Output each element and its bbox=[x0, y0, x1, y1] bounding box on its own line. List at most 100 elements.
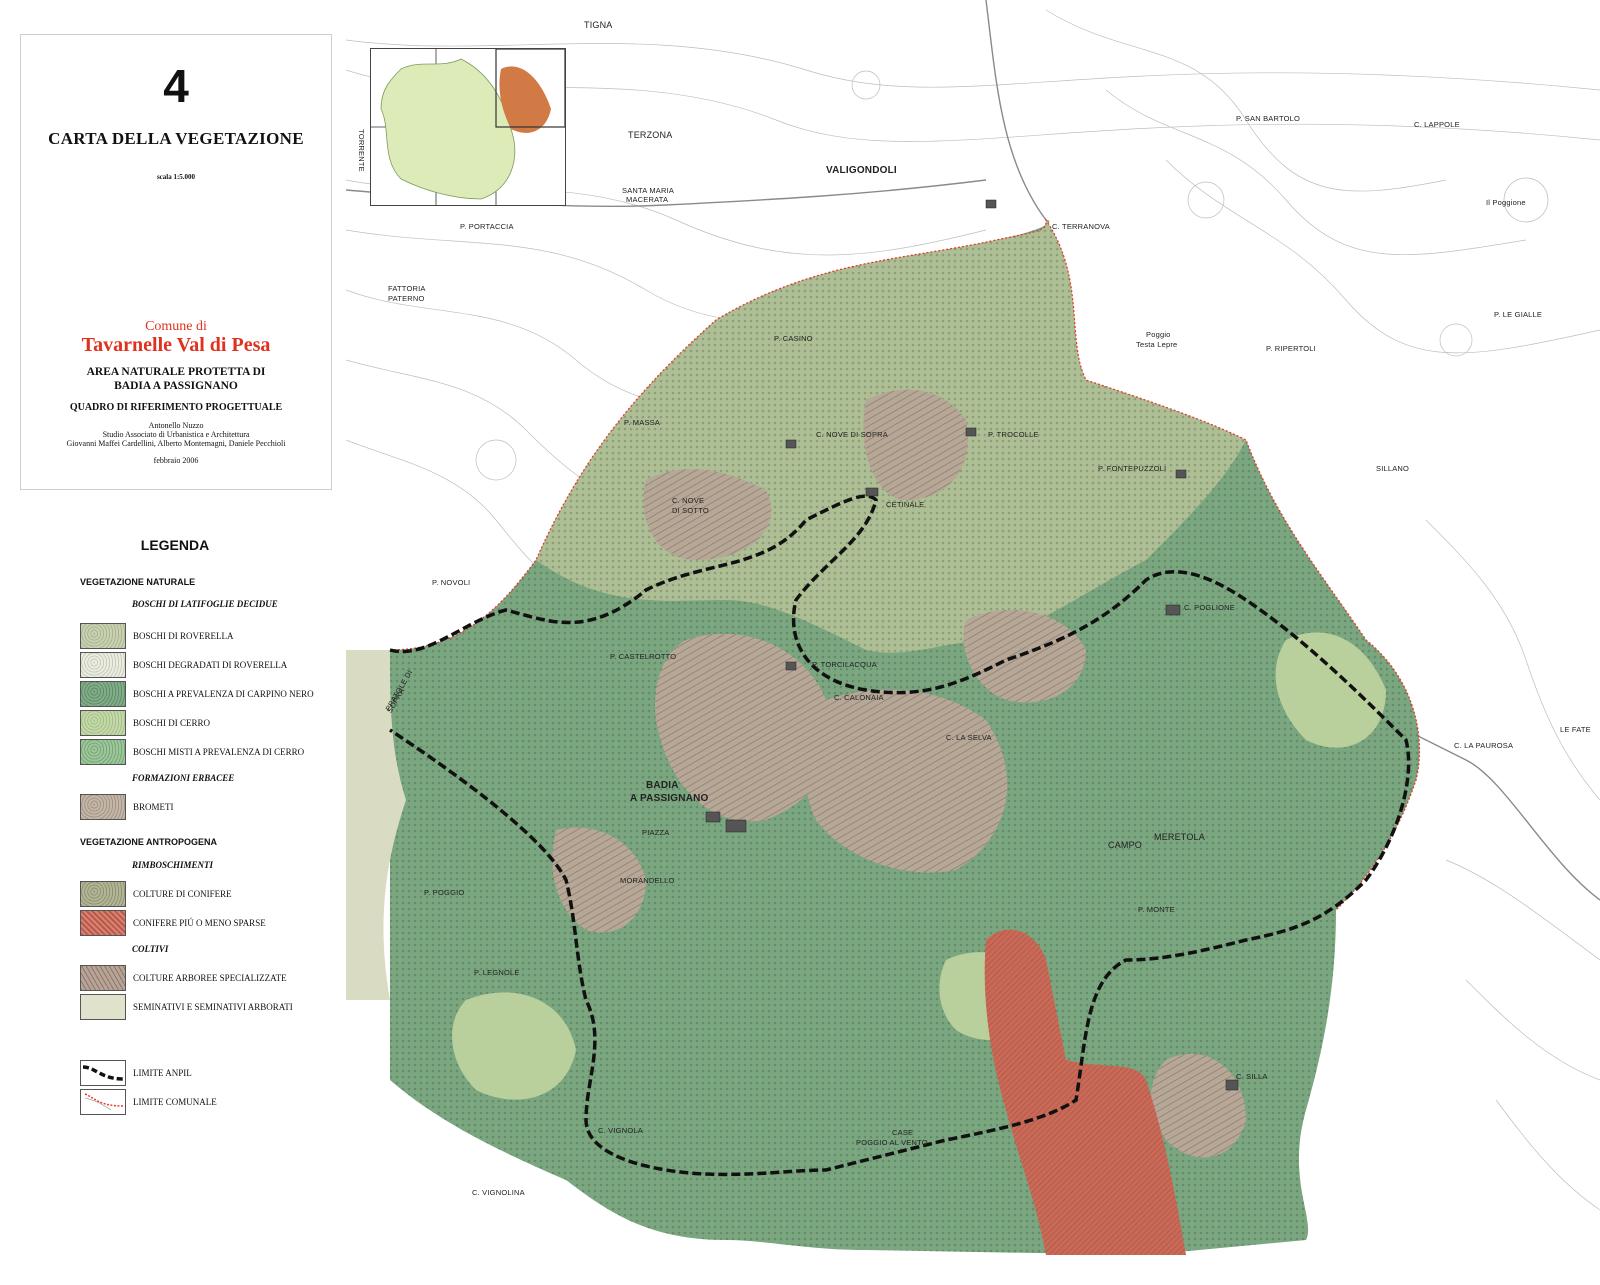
legend-swatch bbox=[80, 652, 126, 678]
place-name: Il Poggione bbox=[1486, 198, 1526, 207]
legend-swatch bbox=[80, 681, 126, 707]
place-name: P. FONTEPUZZOLI bbox=[1098, 464, 1167, 473]
place-name: P. NOVOLI bbox=[432, 578, 471, 587]
legend-swatch bbox=[80, 881, 126, 907]
legend-swatch bbox=[80, 965, 126, 991]
place-name: CETINALE bbox=[886, 500, 925, 509]
place-name: P. CASTELROTTO bbox=[610, 652, 677, 661]
comunale-line-icon bbox=[84, 1093, 124, 1111]
legend-item: BOSCHI MISTI A PREVALENZA DI CERRO bbox=[80, 739, 340, 767]
place-name: C. LAPPOLE bbox=[1414, 120, 1460, 129]
legend-title: LEGENDA bbox=[140, 537, 210, 553]
place-name: C. POGLIONE bbox=[1184, 603, 1235, 612]
legend-label: LIMITE COMUNALE bbox=[133, 1097, 217, 1107]
place-name: P. MONTE bbox=[1138, 905, 1175, 914]
credit-studio: Studio Associato di Urbanistica e Archit… bbox=[102, 430, 250, 439]
legend-swatch bbox=[80, 739, 126, 765]
credit-author: Antonello Nuzzo bbox=[148, 421, 204, 430]
legend-label: BOSCHI DI ROVERELLA bbox=[133, 631, 234, 641]
place-name: P. PORTACCIA bbox=[460, 222, 514, 231]
legend-item: COLTURE ARBOREE SPECIALIZZATE bbox=[80, 965, 340, 993]
area-title-line2: BADIA A PASSIGNANO bbox=[114, 380, 238, 392]
place-name: TERZONA bbox=[628, 130, 673, 140]
place-name: MACERATA bbox=[626, 195, 669, 204]
place-name: P. LEGNOLE bbox=[474, 968, 520, 977]
credit-collaborators: Giovanni Maffei Cardellini, Alberto Mont… bbox=[66, 439, 286, 448]
legend-item: BROMETI bbox=[80, 794, 340, 822]
legend-label: BOSCHI A PREVALENZA DI CARPINO NERO bbox=[133, 689, 314, 699]
place-name: TIGNA bbox=[584, 20, 613, 30]
place-name: C. SILLA bbox=[1236, 1072, 1268, 1081]
locator-map bbox=[371, 48, 566, 205]
legend-item: SEMINATIVI E SEMINATIVI ARBORATI bbox=[80, 994, 340, 1022]
legend-label: BOSCHI MISTI A PREVALENZA DI CERRO bbox=[133, 747, 305, 757]
map-scale: scala 1:5.000 bbox=[156, 173, 196, 181]
legend-swatch-comunale bbox=[80, 1089, 126, 1115]
place-name: C. NOVE bbox=[672, 496, 705, 505]
legend-label: LIMITE ANPIL bbox=[133, 1068, 192, 1078]
legend-label: BOSCHI DI CERRO bbox=[133, 718, 211, 728]
anpil-line-icon bbox=[82, 1065, 124, 1081]
legend-item: COLTURE DI CONIFERE bbox=[80, 881, 340, 909]
comune-name: Tavarnelle Val di Pesa bbox=[81, 334, 271, 356]
legend-subheading-boschi: BOSCHI DI LATIFOGLIE DECIDUE bbox=[132, 599, 278, 609]
place-name: C. VIGNOLA bbox=[598, 1126, 643, 1135]
place-name: P. TROCOLLE bbox=[988, 430, 1039, 439]
legend: LEGENDA VEGETAZIONE NATURALE BOSCHI DI L… bbox=[20, 535, 330, 1135]
legend-swatch bbox=[80, 623, 126, 649]
place-name: PIAZZA bbox=[642, 828, 670, 837]
place-name: C. CALONAIA bbox=[834, 693, 884, 702]
place-name: P. MASSA bbox=[624, 418, 661, 427]
legend-item: CONIFERE PIÚ O MENO SPARSE bbox=[80, 910, 340, 938]
place-name: VALIGONDOLI bbox=[826, 165, 897, 176]
place-name: FATTORIA bbox=[388, 284, 426, 293]
legend-item: BOSCHI A PREVALENZA DI CARPINO NERO bbox=[80, 681, 340, 709]
place-name: DI SOTTO bbox=[672, 506, 709, 515]
legend-item: BOSCHI DEGRADATI DI ROVERELLA bbox=[80, 652, 340, 680]
legend-heading-natural: VEGETAZIONE NATURALE bbox=[80, 577, 196, 587]
area-title-line1: AREA NATURALE PROTETTA DI bbox=[86, 366, 266, 378]
place-name: C. VIGNOLINA bbox=[472, 1188, 525, 1197]
vegetation-map: TERZONA VALIGONDOLI SANTA MARIA MACERATA… bbox=[346, 0, 1600, 1285]
place-name: C. NOVE DI SOPRA bbox=[816, 430, 888, 439]
legend-heading-antropogena: VEGETAZIONE ANTROPOGENA bbox=[80, 837, 218, 847]
legend-label: COLTURE ARBOREE SPECIALIZZATE bbox=[133, 973, 287, 983]
place-name: P. POGGIO bbox=[424, 888, 465, 897]
place-name: A PASSIGNANO bbox=[630, 793, 709, 804]
legend-label: BOSCHI DEGRADATI DI ROVERELLA bbox=[133, 660, 288, 670]
place-name: POGGIO AL VENTO bbox=[856, 1138, 928, 1147]
legend-swatch bbox=[80, 994, 126, 1020]
place-name: Testa Lepre bbox=[1136, 340, 1178, 349]
place-name: Poggio bbox=[1146, 330, 1171, 339]
place-name: P. SAN BARTOLO bbox=[1236, 114, 1301, 123]
place-name: P. TORCILACQUA bbox=[812, 660, 877, 669]
place-name: MORANDELLO bbox=[620, 876, 675, 885]
legend-item: BOSCHI DI CERRO bbox=[80, 710, 340, 738]
legend-subheading-rimboschimenti: RIMBOSCHIMENTI bbox=[132, 860, 214, 870]
locator-inset bbox=[370, 48, 566, 206]
place-name: LE FATE bbox=[1560, 725, 1591, 734]
legend-label: SEMINATIVI E SEMINATIVI ARBORATI bbox=[133, 1002, 293, 1012]
sheet-number: 4 bbox=[163, 60, 189, 112]
date: febbraio 2006 bbox=[153, 456, 199, 465]
legend-label: CONIFERE PIÚ O MENO SPARSE bbox=[133, 918, 266, 928]
place-name: C. LA PAUROSA bbox=[1454, 741, 1514, 750]
place-name: PATERNO bbox=[388, 294, 425, 303]
place-name: C. LA SELVA bbox=[946, 733, 992, 742]
legend-item: BOSCHI DI ROVERELLA bbox=[80, 623, 340, 651]
place-name: CAMPO bbox=[1108, 840, 1143, 850]
comune-di: Comune di bbox=[145, 319, 207, 334]
legend-swatch bbox=[80, 794, 126, 820]
quadro-title: QUADRO DI RIFERIMENTO PROGETTUALE bbox=[69, 402, 283, 413]
legend-item: LIMITE COMUNALE bbox=[80, 1089, 340, 1117]
place-name: SILLANO bbox=[1376, 464, 1410, 473]
legend-swatch-anpil bbox=[80, 1060, 126, 1086]
legend-label: BROMETI bbox=[133, 802, 174, 812]
place-name: SANTA MARIA bbox=[622, 186, 675, 195]
legend-swatch bbox=[80, 710, 126, 736]
place-name: CASE bbox=[892, 1128, 914, 1137]
place-name: P. CASINO bbox=[774, 334, 813, 343]
legend-swatch bbox=[80, 910, 126, 936]
place-name: C. TERRANOVA bbox=[1052, 222, 1110, 231]
place-name: BADIA bbox=[646, 780, 679, 791]
